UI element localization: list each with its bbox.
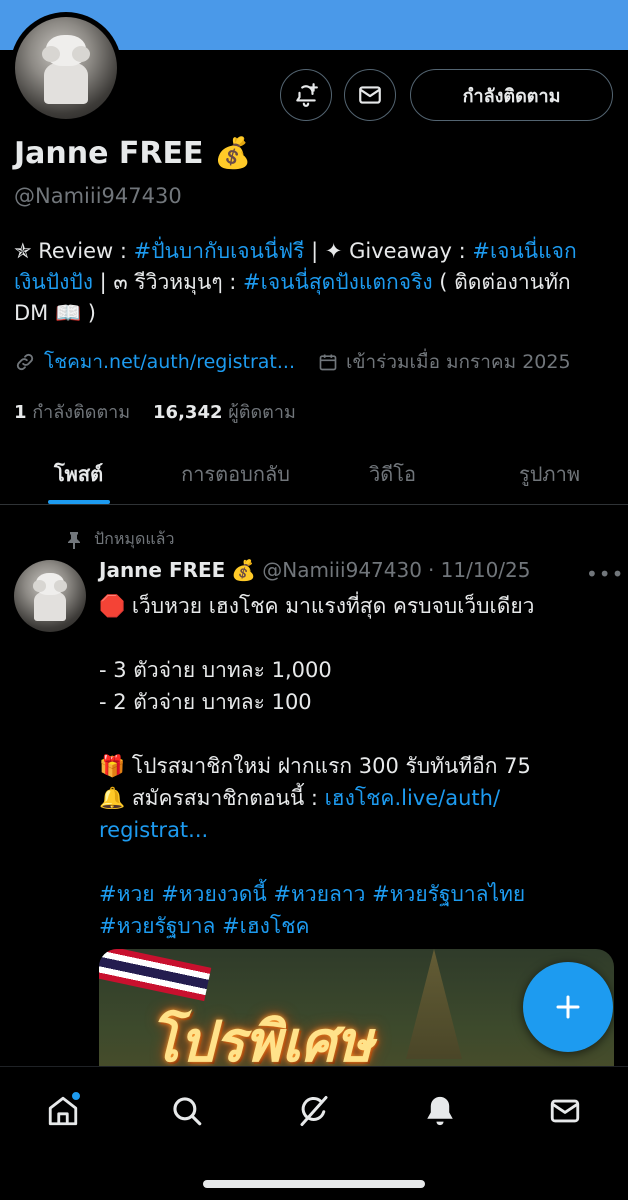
hashtag-link[interactable]: #เจนนี่แจก — [472, 239, 576, 263]
hashtag-link[interactable]: เงินปังปัง — [14, 270, 93, 294]
tab-videos[interactable]: วิดีโอ — [314, 443, 471, 504]
message-button[interactable] — [344, 69, 396, 121]
profile-website[interactable]: โชคมา.net/auth/registrat... — [14, 347, 295, 377]
post-hashtags[interactable]: #หวยรัฐบาล #เฮงโชค — [99, 910, 619, 942]
mail-icon — [359, 86, 381, 104]
bell-plus-icon — [296, 83, 318, 107]
search-icon — [173, 1097, 202, 1126]
profile-handle: @Namiii947430 — [14, 184, 182, 208]
nav-messages[interactable] — [541, 1087, 589, 1135]
messages-icon — [550, 1099, 580, 1123]
post-text: 🛑 เว็บหวย เฮงโชค มาแรงที่สุด ครบจบเว็บเด… — [99, 590, 619, 942]
tab-posts[interactable]: โพสต์ — [0, 443, 157, 504]
post-author-handle[interactable]: @Namiii947430 — [262, 558, 422, 582]
profile-joined: เข้าร่วมเมื่อ มกราคม 2025 — [318, 347, 571, 377]
calendar-icon — [319, 354, 337, 371]
profile-bio: ✯ Review : #ปั่นบากับเจนนี่ฟรี | ✦ Givea… — [14, 239, 577, 325]
post-link[interactable]: เฮงโชค.live/auth/ — [325, 786, 500, 810]
tab-photos[interactable]: รูปภาพ — [471, 443, 628, 504]
nav-grok[interactable] — [290, 1087, 338, 1135]
notifications-icon — [427, 1096, 453, 1126]
link-icon — [16, 353, 34, 371]
pin-icon — [68, 531, 80, 549]
more-options-icon[interactable]: ••• — [586, 562, 624, 586]
pinned-indicator: ปักหมุดแล้ว — [66, 527, 174, 552]
profile-avatar[interactable] — [10, 12, 122, 124]
post-author-name[interactable]: Janne FREE — [99, 558, 225, 582]
plus-icon — [556, 995, 580, 1019]
followers-count-link[interactable]: 16,342 ผู้ติดตาม — [153, 402, 296, 423]
hashtag-link[interactable]: #เจนนี่สุดปังแตกจริง — [243, 270, 433, 294]
tab-replies[interactable]: การตอบกลับ — [157, 443, 314, 504]
post-date[interactable]: · 11/10/25 — [428, 558, 531, 582]
hashtag-link[interactable]: #ปั่นบากับเจนนี่ฟรี — [134, 239, 305, 263]
nav-search[interactable] — [163, 1087, 211, 1135]
nav-notifications[interactable] — [416, 1087, 464, 1135]
post-header[interactable]: Janne FREE 💰 @Namiii947430 · 11/10/25 — [99, 558, 531, 582]
compose-post-button[interactable] — [523, 962, 613, 1052]
profile-tabs: โพสต์ การตอบกลับ วิดีโอ รูปภาพ — [0, 443, 628, 505]
new-activity-dot — [71, 1091, 81, 1101]
following-count-link[interactable]: 1 กำลังติดตาม — [14, 402, 130, 423]
follow-counts: 1 กำลังติดตาม 16,342 ผู้ติดตาม — [14, 397, 296, 426]
notify-bell-button[interactable] — [280, 69, 332, 121]
grok-icon — [300, 1096, 328, 1126]
nav-home[interactable] — [39, 1087, 87, 1135]
profile-name: Janne FREE 💰 — [14, 136, 252, 171]
following-button[interactable]: กำลังติดตาม — [410, 69, 613, 121]
home-indicator[interactable] — [203, 1180, 425, 1188]
post-author-avatar[interactable] — [14, 560, 86, 632]
post-link-cont[interactable]: registrat... — [99, 818, 208, 842]
post-hashtags[interactable]: #หวย #หวยงวดนี้ #หวยลาว #หวยรัฐบาลไทย — [99, 878, 619, 910]
